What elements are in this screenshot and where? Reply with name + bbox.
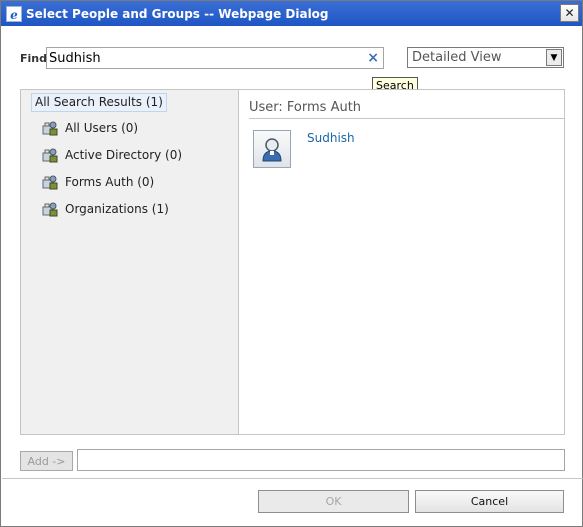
close-icon: ✕ (564, 6, 575, 20)
add-button[interactable]: Add -> (20, 451, 73, 471)
internet-explorer-icon: e (6, 5, 22, 22)
divider (249, 118, 564, 119)
user-icon (262, 138, 282, 162)
clear-icon[interactable]: × (367, 50, 379, 66)
find-field[interactable]: × (46, 47, 384, 69)
tree-item-all-users[interactable]: All Users (0) (42, 119, 138, 137)
tree-item-label: Organizations (1) (65, 202, 169, 216)
tree-item-all-results[interactable]: All Search Results (1) (31, 93, 167, 112)
directory-icon (42, 175, 58, 190)
tree-item-organizations[interactable]: Organizations (1) (42, 200, 169, 218)
tree-item-forms-auth[interactable]: Forms Auth (0) (42, 173, 154, 191)
directory-icon (42, 121, 58, 136)
dialog-window: e Select People and Groups -- Webpage Di… (0, 0, 583, 527)
view-select-value: Detailed View (412, 50, 502, 65)
tree-item-active-directory[interactable]: Active Directory (0) (42, 146, 182, 164)
tree-item-label: All Users (0) (65, 121, 139, 135)
tree-item-label: Active Directory (0) (65, 148, 183, 162)
directory-tree: All Search Results (1) All Users (0) Act… (21, 90, 239, 434)
user-avatar[interactable] (253, 130, 291, 168)
view-select[interactable]: Detailed View ▼ (407, 47, 564, 68)
cancel-button[interactable]: Cancel (415, 490, 564, 513)
title-bar[interactable]: e Select People and Groups -- Webpage Di… (1, 1, 582, 26)
results-header: User: Forms Auth (249, 100, 362, 115)
window-title: Select People and Groups -- Webpage Dial… (26, 6, 329, 21)
search-input[interactable] (49, 49, 359, 67)
selected-entities-field[interactable] (77, 449, 565, 471)
result-user-link[interactable]: Sudhish (307, 131, 355, 145)
tree-item-label: Forms Auth (0) (65, 175, 155, 189)
close-button[interactable]: ✕ (560, 4, 579, 22)
results-pane: User: Forms Auth Sudhish (239, 90, 564, 434)
directory-icon (42, 148, 58, 163)
svg-text:e: e (10, 8, 18, 22)
ok-button[interactable]: OK (258, 490, 409, 513)
results-panel: All Search Results (1) All Users (0) Act… (20, 89, 565, 435)
footer-divider (2, 478, 583, 479)
chevron-down-icon[interactable]: ▼ (546, 49, 562, 66)
find-label: Find (20, 52, 47, 65)
directory-icon (42, 202, 58, 217)
